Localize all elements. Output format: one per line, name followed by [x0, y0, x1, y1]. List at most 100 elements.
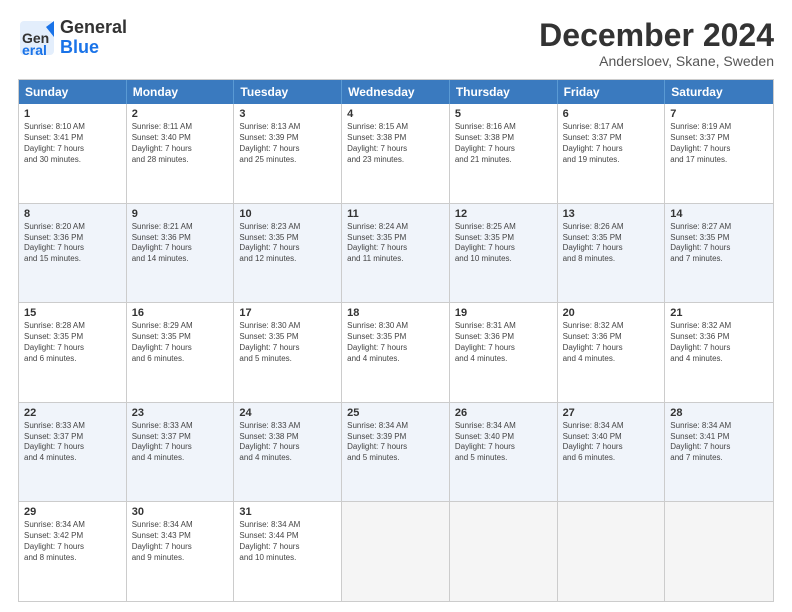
calendar-cell: 4 Sunrise: 8:15 AM Sunset: 3:38 PM Daylig…: [342, 104, 450, 203]
day-number: 31: [239, 506, 336, 518]
cell-text: Sunrise: 8:16 AM Sunset: 3:38 PM Dayligh…: [455, 122, 552, 165]
calendar-cell: 29 Sunrise: 8:34 AM Sunset: 3:42 PM Dayli…: [19, 502, 127, 601]
day-number: 17: [239, 307, 336, 319]
day-number: 9: [132, 208, 229, 220]
calendar-row-1: 1Sunrise: 8:10 AM Sunset: 3:41 PM Daylig…: [19, 104, 773, 204]
calendar-cell: 7 Sunrise: 8:19 AM Sunset: 3:37 PM Daylig…: [665, 104, 773, 203]
calendar-cell: 19 Sunrise: 8:31 AM Sunset: 3:36 PM Dayli…: [450, 303, 558, 402]
cell-text: Sunrise: 8:32 AM Sunset: 3:36 PM Dayligh…: [563, 321, 660, 364]
cell-text: Sunrise: 8:10 AM Sunset: 3:41 PM Dayligh…: [24, 122, 121, 165]
header: Gen eral General Blue December 2024 Ande…: [18, 18, 774, 69]
cell-text: Sunrise: 8:15 AM Sunset: 3:38 PM Dayligh…: [347, 122, 444, 165]
calendar-cell: 28Sunrise: 8:34 AM Sunset: 3:41 PM Dayli…: [665, 403, 773, 502]
cell-text: Sunrise: 8:26 AM Sunset: 3:35 PM Dayligh…: [563, 222, 660, 265]
calendar-cell: 15 Sunrise: 8:28 AM Sunset: 3:35 PM Dayli…: [19, 303, 127, 402]
calendar-cell: 12Sunrise: 8:25 AM Sunset: 3:35 PM Dayli…: [450, 204, 558, 303]
day-number: 16: [132, 307, 229, 319]
cell-text: Sunrise: 8:33 AM Sunset: 3:38 PM Dayligh…: [239, 421, 336, 464]
day-number: 29: [24, 506, 121, 518]
cell-text: Sunrise: 8:34 AM Sunset: 3:39 PM Dayligh…: [347, 421, 444, 464]
cell-text: Sunrise: 8:32 AM Sunset: 3:36 PM Dayligh…: [670, 321, 768, 364]
calendar-cell: 16Sunrise: 8:29 AM Sunset: 3:35 PM Dayli…: [127, 303, 235, 402]
calendar-cell: 20Sunrise: 8:32 AM Sunset: 3:36 PM Dayli…: [558, 303, 666, 402]
header-tuesday: Tuesday: [234, 80, 342, 104]
day-number: 26: [455, 407, 552, 419]
day-number: 14: [670, 208, 768, 220]
header-monday: Monday: [127, 80, 235, 104]
location: Andersloev, Skane, Sweden: [539, 53, 774, 69]
month-title: December 2024: [539, 18, 774, 53]
calendar-row-3: 15 Sunrise: 8:28 AM Sunset: 3:35 PM Dayli…: [19, 303, 773, 403]
header-thursday: Thursday: [450, 80, 558, 104]
cell-text: Sunrise: 8:24 AM Sunset: 3:35 PM Dayligh…: [347, 222, 444, 265]
cell-text: Sunrise: 8:34 AM Sunset: 3:41 PM Dayligh…: [670, 421, 768, 464]
logo: Gen eral General Blue: [18, 18, 127, 58]
calendar-cell: 9 Sunrise: 8:21 AM Sunset: 3:36 PM Daylig…: [127, 204, 235, 303]
day-number: 11: [347, 208, 444, 220]
calendar-cell: 1Sunrise: 8:10 AM Sunset: 3:41 PM Daylig…: [19, 104, 127, 203]
cell-text: Sunrise: 8:11 AM Sunset: 3:40 PM Dayligh…: [132, 122, 229, 165]
cell-text: Sunrise: 8:23 AM Sunset: 3:35 PM Dayligh…: [239, 222, 336, 265]
day-number: 5: [455, 108, 552, 120]
calendar-body: 1Sunrise: 8:10 AM Sunset: 3:41 PM Daylig…: [19, 104, 773, 601]
cell-text: Sunrise: 8:34 AM Sunset: 3:40 PM Dayligh…: [563, 421, 660, 464]
calendar-cell: 5 Sunrise: 8:16 AM Sunset: 3:38 PM Daylig…: [450, 104, 558, 203]
calendar-cell: 10Sunrise: 8:23 AM Sunset: 3:35 PM Dayli…: [234, 204, 342, 303]
svg-text:eral: eral: [22, 42, 47, 57]
calendar-row-5: 29 Sunrise: 8:34 AM Sunset: 3:42 PM Dayli…: [19, 502, 773, 601]
day-number: 25: [347, 407, 444, 419]
day-number: 2: [132, 108, 229, 120]
day-number: 12: [455, 208, 552, 220]
cell-text: Sunrise: 8:27 AM Sunset: 3:35 PM Dayligh…: [670, 222, 768, 265]
calendar-cell: 3Sunrise: 8:13 AM Sunset: 3:39 PM Daylig…: [234, 104, 342, 203]
cell-text: Sunrise: 8:34 AM Sunset: 3:43 PM Dayligh…: [132, 520, 229, 563]
calendar-cell: 21Sunrise: 8:32 AM Sunset: 3:36 PM Dayli…: [665, 303, 773, 402]
day-number: 8: [24, 208, 121, 220]
title-block: December 2024 Andersloev, Skane, Sweden: [539, 18, 774, 69]
header-wednesday: Wednesday: [342, 80, 450, 104]
calendar-row-2: 8 Sunrise: 8:20 AM Sunset: 3:36 PM Daylig…: [19, 204, 773, 304]
day-number: 18: [347, 307, 444, 319]
cell-text: Sunrise: 8:28 AM Sunset: 3:35 PM Dayligh…: [24, 321, 121, 364]
cell-text: Sunrise: 8:13 AM Sunset: 3:39 PM Dayligh…: [239, 122, 336, 165]
calendar-cell: 31 Sunrise: 8:34 AM Sunset: 3:44 PM Dayli…: [234, 502, 342, 601]
day-number: 27: [563, 407, 660, 419]
calendar-cell: 25 Sunrise: 8:34 AM Sunset: 3:39 PM Dayli…: [342, 403, 450, 502]
page: Gen eral General Blue December 2024 Ande…: [0, 0, 792, 612]
cell-text: Sunrise: 8:31 AM Sunset: 3:36 PM Dayligh…: [455, 321, 552, 364]
cell-text: Sunrise: 8:21 AM Sunset: 3:36 PM Dayligh…: [132, 222, 229, 265]
day-number: 13: [563, 208, 660, 220]
cell-text: Sunrise: 8:33 AM Sunset: 3:37 PM Dayligh…: [132, 421, 229, 464]
calendar-cell: 17Sunrise: 8:30 AM Sunset: 3:35 PM Dayli…: [234, 303, 342, 402]
cell-text: Sunrise: 8:34 AM Sunset: 3:40 PM Dayligh…: [455, 421, 552, 464]
cell-text: Sunrise: 8:34 AM Sunset: 3:42 PM Dayligh…: [24, 520, 121, 563]
day-number: 30: [132, 506, 229, 518]
day-number: 19: [455, 307, 552, 319]
calendar-cell: 11 Sunrise: 8:24 AM Sunset: 3:35 PM Dayli…: [342, 204, 450, 303]
logo-general: General: [60, 18, 127, 38]
header-saturday: Saturday: [665, 80, 773, 104]
cell-text: Sunrise: 8:20 AM Sunset: 3:36 PM Dayligh…: [24, 222, 121, 265]
calendar-cell: 13 Sunrise: 8:26 AM Sunset: 3:35 PM Dayli…: [558, 204, 666, 303]
day-number: 22: [24, 407, 121, 419]
logo-icon: Gen eral: [18, 19, 56, 57]
calendar-cell: 8 Sunrise: 8:20 AM Sunset: 3:36 PM Daylig…: [19, 204, 127, 303]
cell-text: Sunrise: 8:34 AM Sunset: 3:44 PM Dayligh…: [239, 520, 336, 563]
header-friday: Friday: [558, 80, 666, 104]
cell-text: Sunrise: 8:17 AM Sunset: 3:37 PM Dayligh…: [563, 122, 660, 165]
calendar: Sunday Monday Tuesday Wednesday Thursday…: [18, 79, 774, 602]
day-number: 24: [239, 407, 336, 419]
calendar-cell: [450, 502, 558, 601]
calendar-cell: [558, 502, 666, 601]
calendar-header: Sunday Monday Tuesday Wednesday Thursday…: [19, 80, 773, 104]
day-number: 15: [24, 307, 121, 319]
calendar-cell: 26 Sunrise: 8:34 AM Sunset: 3:40 PM Dayli…: [450, 403, 558, 502]
calendar-cell: 23Sunrise: 8:33 AM Sunset: 3:37 PM Dayli…: [127, 403, 235, 502]
day-number: 7: [670, 108, 768, 120]
day-number: 4: [347, 108, 444, 120]
calendar-cell: [342, 502, 450, 601]
cell-text: Sunrise: 8:19 AM Sunset: 3:37 PM Dayligh…: [670, 122, 768, 165]
calendar-cell: 27 Sunrise: 8:34 AM Sunset: 3:40 PM Dayli…: [558, 403, 666, 502]
calendar-cell: 14 Sunrise: 8:27 AM Sunset: 3:35 PM Dayli…: [665, 204, 773, 303]
cell-text: Sunrise: 8:30 AM Sunset: 3:35 PM Dayligh…: [347, 321, 444, 364]
